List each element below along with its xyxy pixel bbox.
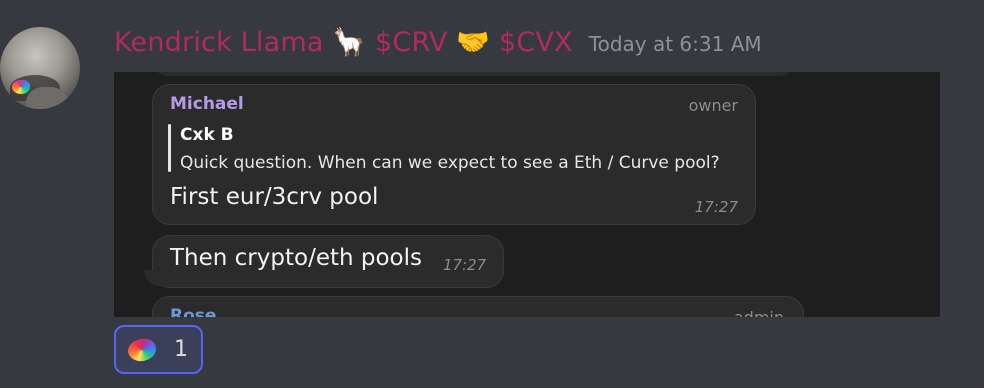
reaction-count: 1: [174, 337, 188, 362]
bubble-sender-role: owner: [688, 96, 738, 115]
avatar-logo-icon: [12, 80, 30, 94]
bubble-tail: [145, 270, 161, 286]
bubble-sender-name: Rose: [170, 306, 217, 317]
previous-message-bubble: [152, 72, 796, 76]
bubble-message-text: Then crypto/eth pools: [170, 245, 422, 271]
username[interactable]: Kendrick Llama 🦙 $CRV 🤝 $CVX: [114, 26, 573, 58]
chat-bubble-michael: Michael owner Cxk B Quick question. When…: [152, 84, 756, 225]
chat-bubble-rose: Rose admin: [152, 296, 804, 317]
bubble-sender-role: admin: [734, 308, 784, 317]
embedded-chat-screenshot[interactable]: Michael owner Cxk B Quick question. When…: [114, 72, 940, 317]
reply-quote-name: Cxk B: [180, 125, 234, 145]
reply-quote-text: Quick question. When can we expect to se…: [180, 153, 720, 173]
curve-logo-icon: [126, 336, 160, 363]
bubble-sender-name: Michael: [170, 94, 244, 114]
reply-quote-bar: [168, 124, 171, 172]
bubble-time: 17:27: [694, 198, 738, 216]
avatar-figure-shape: [26, 87, 68, 109]
message-header: Kendrick Llama 🦙 $CRV 🤝 $CVX Today at 6:…: [114, 26, 762, 66]
bubble-time: 17:27: [443, 256, 487, 274]
chat-bubble-followup: Then crypto/eth pools 17:27: [145, 235, 504, 288]
bubble-message-text: First eur/3crv pool: [170, 184, 379, 210]
user-avatar[interactable]: [0, 27, 80, 109]
message-timestamp[interactable]: Today at 6:31 AM: [589, 32, 762, 56]
reaction-button[interactable]: 1: [114, 325, 203, 374]
